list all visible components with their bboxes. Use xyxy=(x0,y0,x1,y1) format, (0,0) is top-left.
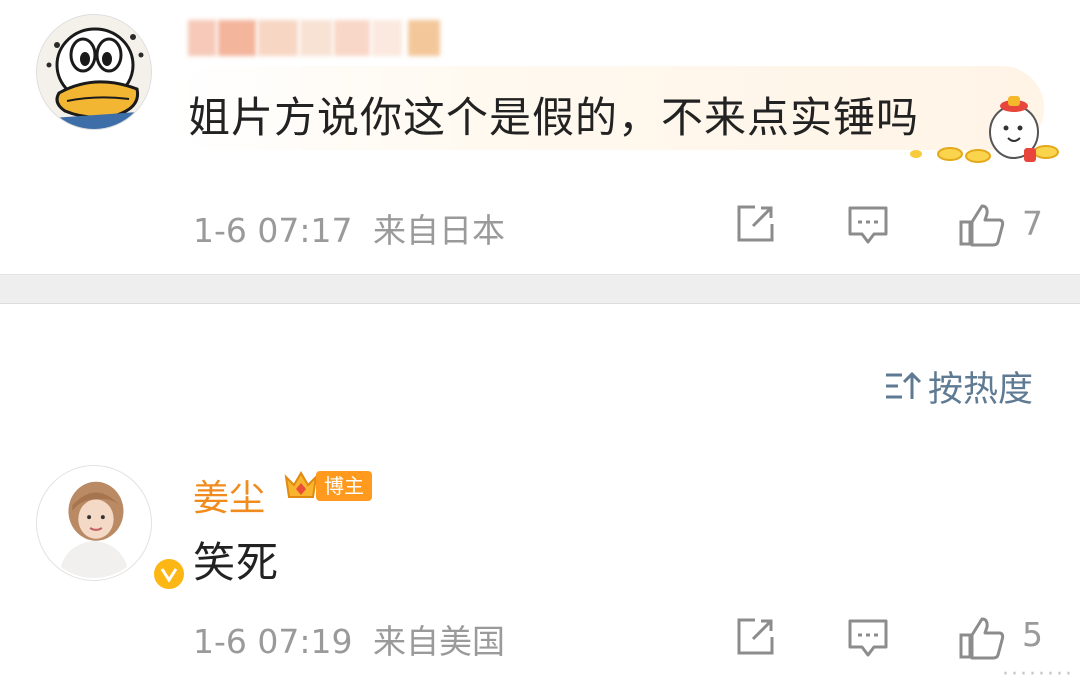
section-divider xyxy=(0,274,1080,304)
cartoon-duck-avatar-image xyxy=(37,15,151,129)
like-button[interactable] xyxy=(958,202,1005,247)
comment-item: 姜尘 博主 笑死 1-6 07:19 来自美国 5 xyxy=(0,455,1080,689)
username-mosaic xyxy=(188,20,448,56)
sort-toggle[interactable]: 按热度 xyxy=(884,362,1033,410)
sort-label: 按热度 xyxy=(928,369,1034,410)
comment-meta: 1-6 07:17 来自日本 xyxy=(193,204,505,252)
reply-button[interactable] xyxy=(846,202,890,246)
share-button[interactable] xyxy=(733,202,777,246)
watermark: ········ xyxy=(1002,662,1074,687)
like-count: 5 xyxy=(1022,615,1043,654)
thumbs-up-icon xyxy=(959,204,1005,247)
comment-source: 来自美国 xyxy=(373,622,505,661)
avatar[interactable] xyxy=(36,14,152,130)
comment-time: 1-6 07:17 xyxy=(193,211,353,250)
comment-text: 姐片方说你这个是假的，不来点实锤吗 xyxy=(188,93,920,142)
avatar[interactable] xyxy=(36,465,187,592)
crown-icon xyxy=(284,471,318,498)
user-photo-avatar-image xyxy=(38,467,150,579)
username[interactable]: 姜尘 xyxy=(193,469,265,521)
comment-text: 笑死 xyxy=(193,538,280,587)
comment-time: 1-6 07:19 xyxy=(193,622,353,661)
comment-icon xyxy=(848,206,888,244)
share-button[interactable] xyxy=(733,615,777,659)
comment-meta: 1-6 07:19 来自美国 xyxy=(193,615,505,663)
bubble-sticker-decoration xyxy=(906,96,1062,168)
comment-source: 来自日本 xyxy=(373,211,505,250)
sort-icon xyxy=(886,371,922,399)
verified-badge-icon xyxy=(151,556,187,592)
share-icon xyxy=(737,205,774,242)
comment-icon xyxy=(848,619,888,657)
like-button[interactable] xyxy=(958,615,1005,660)
like-count: 7 xyxy=(1022,204,1043,243)
badge-label: 博主 xyxy=(316,471,372,501)
share-icon xyxy=(737,618,774,655)
blogger-badge: 博主 xyxy=(282,467,372,505)
reply-button[interactable] xyxy=(846,615,890,659)
thumbs-up-icon xyxy=(959,617,1005,660)
comment-item: 姐片方说你这个是假的，不来点实锤吗 1-6 07:17 来自日本 7 xyxy=(0,0,1080,274)
